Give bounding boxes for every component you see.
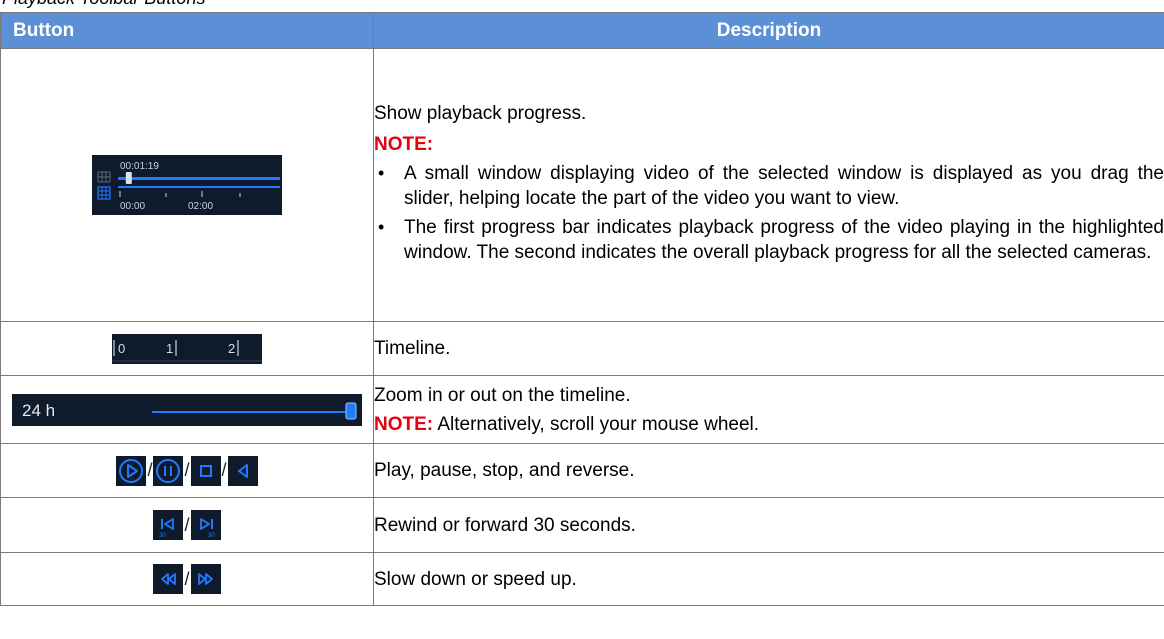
table-row: 0 1 2 Timeline. bbox=[0, 321, 1164, 376]
table-row: / Slow down or speed up. bbox=[0, 552, 1164, 606]
separator: / bbox=[221, 460, 227, 480]
separator: / bbox=[184, 568, 190, 589]
zoom-slider-icon[interactable]: 24 h bbox=[12, 393, 362, 426]
description-text: Play, pause, stop, and reverse. bbox=[374, 460, 635, 481]
pause-icon[interactable] bbox=[153, 455, 184, 486]
description-cell: Zoom in or out on the timeline. NOTE: Al… bbox=[373, 375, 1164, 444]
forward-badge: 30 bbox=[208, 533, 215, 539]
progress-slider-thumb bbox=[125, 172, 132, 184]
note-label: NOTE: bbox=[374, 134, 434, 155]
button-cell: 24 h bbox=[0, 375, 374, 444]
timeline-tick-1: 1 bbox=[166, 341, 173, 356]
description-cell: Slow down or speed up. bbox=[373, 552, 1164, 606]
timeline-tick-2: 2 bbox=[228, 341, 235, 356]
rewind-badge: 30 bbox=[159, 533, 166, 539]
header-description: Description bbox=[373, 12, 1164, 49]
table-caption: Playback Toolbar Buttons bbox=[2, 0, 205, 9]
tick-mid: 02:00 bbox=[188, 201, 213, 212]
description-text: Show playback progress. bbox=[374, 103, 587, 124]
tick-start: 00:00 bbox=[120, 201, 145, 212]
description-cell: Show playback progress. NOTE: A small wi… bbox=[373, 48, 1164, 322]
button-cell: / bbox=[0, 552, 374, 606]
description-text: Zoom in or out on the timeline. bbox=[374, 384, 631, 406]
list-item: A small window displaying video of the s… bbox=[374, 161, 1164, 211]
slow-down-icon[interactable] bbox=[153, 564, 184, 594]
header-button: Button bbox=[0, 12, 374, 49]
table-row: / / / Play, pause, stop, and reverse. bbox=[0, 443, 1164, 498]
play-icon[interactable] bbox=[116, 455, 147, 486]
button-cell: / / / bbox=[0, 443, 374, 498]
playback-toolbar-table: Button Description 00:01:19 00:00 02:00 … bbox=[0, 12, 1164, 606]
description-cell: Rewind or forward 30 seconds. bbox=[373, 497, 1164, 553]
progress-bar-icon[interactable]: 00:01:19 00:00 02:00 bbox=[92, 155, 282, 215]
note-text: Alternatively, scroll your mouse wheel. bbox=[433, 413, 760, 435]
note-list: A small window displaying video of the s… bbox=[374, 161, 1164, 265]
description-cell: Timeline. bbox=[373, 321, 1164, 376]
separator: / bbox=[147, 460, 153, 480]
button-cell: 00:01:19 00:00 02:00 bbox=[0, 48, 374, 322]
note-line: NOTE: Alternatively, scroll your mouse w… bbox=[374, 412, 1164, 437]
note-label: NOTE: bbox=[374, 413, 434, 435]
stop-icon[interactable] bbox=[190, 455, 221, 486]
list-item: The first progress bar indicates playbac… bbox=[374, 215, 1164, 265]
zoom-slider-thumb bbox=[345, 402, 357, 419]
description-cell: Play, pause, stop, and reverse. bbox=[373, 443, 1164, 498]
table-row: 30 / 30 Rewind or forward 30 seconds. bbox=[0, 497, 1164, 553]
forward-30-icon[interactable]: 30 bbox=[190, 510, 221, 540]
description-text: Rewind or forward 30 seconds. bbox=[374, 514, 636, 536]
button-cell: 30 / 30 bbox=[0, 497, 374, 553]
speed-up-icon[interactable] bbox=[190, 564, 221, 594]
zoom-label: 24 h bbox=[22, 401, 55, 420]
rewind-30-icon[interactable]: 30 bbox=[153, 510, 184, 540]
table-header-row: Button Description bbox=[0, 12, 1164, 49]
separator: / bbox=[184, 460, 190, 480]
separator: / bbox=[184, 514, 190, 535]
timeline-icon[interactable]: 0 1 2 bbox=[112, 333, 262, 364]
progress-time: 00:01:19 bbox=[120, 161, 159, 172]
description-text: Timeline. bbox=[374, 338, 451, 359]
table-row: 00:01:19 00:00 02:00 Show playback progr… bbox=[0, 48, 1164, 322]
description-text: Slow down or speed up. bbox=[374, 568, 577, 590]
reverse-icon[interactable] bbox=[227, 455, 258, 486]
table-row: 24 h Zoom in or out on the timeline. NOT… bbox=[0, 375, 1164, 444]
timeline-tick-0: 0 bbox=[118, 341, 125, 356]
button-cell: 0 1 2 bbox=[0, 321, 374, 376]
